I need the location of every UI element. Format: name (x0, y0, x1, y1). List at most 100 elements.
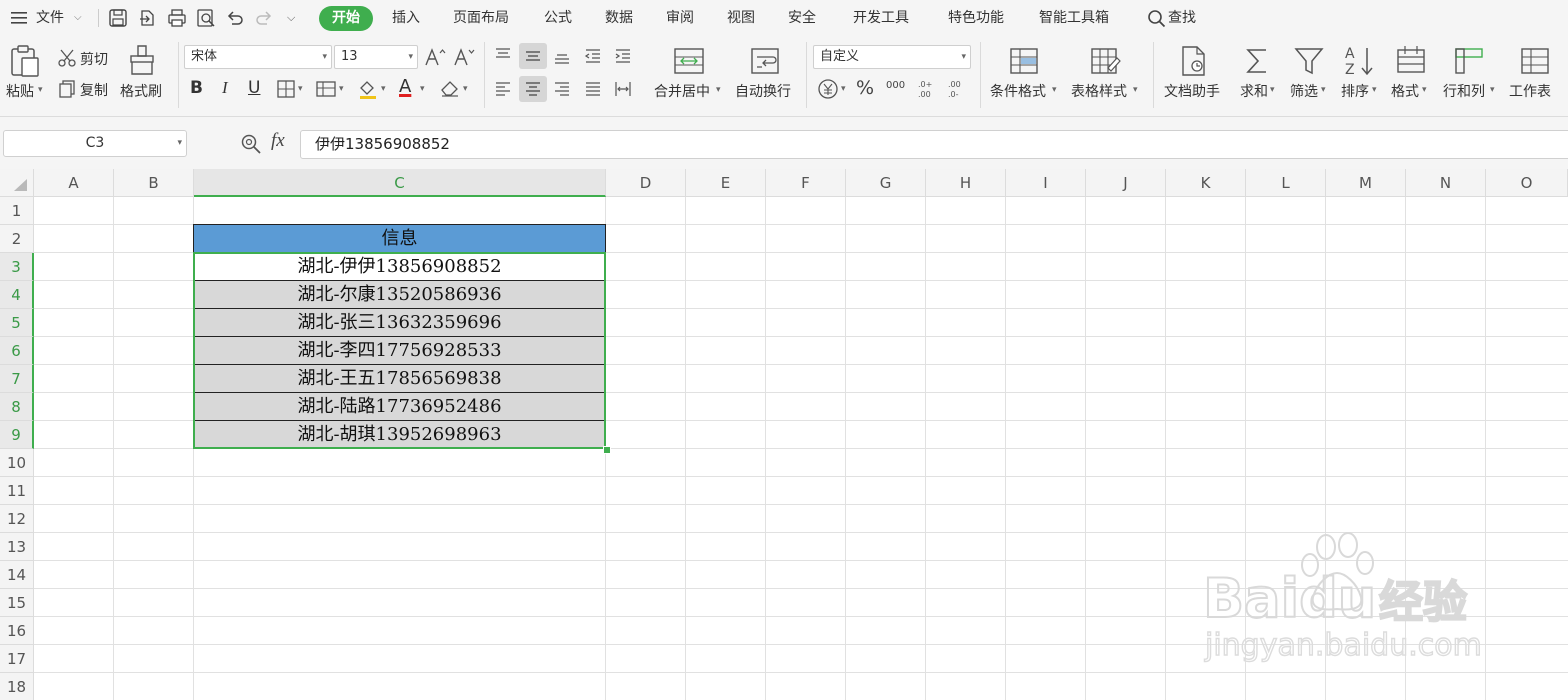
column-header-o[interactable]: O (1486, 169, 1568, 197)
format-painter-icon[interactable] (128, 44, 156, 78)
distributed-align-icon[interactable] (614, 80, 632, 98)
number-format-select[interactable]: 自定义 ▾ (813, 45, 971, 69)
sum-icon[interactable] (1242, 45, 1272, 77)
font-name-select[interactable]: 宋体 ▾ (184, 45, 332, 69)
currency-icon[interactable] (817, 78, 839, 100)
doc-assistant-button[interactable]: 文档助手 (1164, 81, 1220, 101)
row-header-2[interactable]: 2 (0, 225, 34, 253)
column-header-k[interactable]: K (1166, 169, 1246, 197)
file-menu-chevron-icon[interactable]: ⌵ (74, 0, 82, 36)
print-icon[interactable] (167, 8, 187, 28)
paste-icon[interactable] (9, 44, 41, 78)
cell-c9[interactable]: 湖北-胡琪13952698963 (193, 420, 606, 449)
cell-style-icon[interactable] (316, 80, 336, 98)
row-column-button[interactable]: 行和列 (1443, 81, 1485, 101)
column-header-m[interactable]: M (1326, 169, 1406, 197)
row-header-5[interactable]: 5 (0, 309, 34, 337)
italic-button[interactable]: I (222, 78, 228, 98)
search-label[interactable]: 查找 (1168, 0, 1196, 36)
zoom-formula-icon[interactable] (240, 133, 262, 155)
tab-review[interactable]: 审阅 (666, 0, 694, 36)
worksheet-button[interactable]: 工作表 (1509, 81, 1551, 101)
align-center-button[interactable] (519, 76, 547, 102)
cell-c6[interactable]: 湖北-李四17756928533 (193, 336, 606, 365)
tab-developer[interactable]: 开发工具 (853, 0, 909, 36)
cell-c8[interactable]: 湖北-陆路17736952486 (193, 392, 606, 421)
fill-handle[interactable] (603, 446, 611, 454)
chevron-down-icon[interactable]: ▾ (177, 131, 182, 156)
align-left-icon[interactable] (494, 80, 512, 98)
align-top-icon[interactable] (494, 47, 512, 65)
row-header-15[interactable]: 15 (0, 589, 34, 617)
hamburger-menu-icon[interactable] (10, 9, 30, 27)
search-icon[interactable] (1147, 9, 1167, 29)
column-header-d[interactable]: D (606, 169, 686, 197)
sum-dropdown-icon[interactable]: ▾ (1270, 85, 1275, 95)
column-header-c[interactable]: C (194, 169, 606, 197)
tab-smart-toolbox[interactable]: 智能工具箱 (1039, 0, 1109, 36)
bold-button[interactable]: B (190, 78, 203, 98)
row-header-10[interactable]: 10 (0, 449, 34, 477)
row-column-icon[interactable] (1453, 45, 1485, 77)
undo-icon[interactable] (225, 8, 245, 28)
row-header-17[interactable]: 17 (0, 645, 34, 673)
filter-icon[interactable] (1293, 45, 1325, 77)
file-menu[interactable]: 文件 (36, 0, 64, 36)
format-dropdown-icon[interactable]: ▾ (1422, 85, 1427, 95)
column-header-n[interactable]: N (1406, 169, 1486, 197)
tab-home[interactable]: 开始 (319, 6, 373, 31)
format-button[interactable]: 格式 (1391, 81, 1419, 101)
wrap-text-icon[interactable] (749, 45, 781, 77)
increase-font-size-icon[interactable] (424, 47, 446, 67)
sort-icon[interactable]: AZ (1343, 44, 1377, 78)
row-header-9[interactable]: 9 (0, 421, 34, 449)
tab-data[interactable]: 数据 (605, 0, 633, 36)
borders-icon[interactable] (277, 80, 295, 98)
sort-dropdown-icon[interactable]: ▾ (1372, 85, 1377, 95)
conditional-format-dropdown-icon[interactable]: ▾ (1052, 85, 1057, 95)
row-header-18[interactable]: 18 (0, 673, 34, 700)
cell-c3[interactable]: 湖北-伊伊13856908852 (193, 252, 606, 281)
save-icon[interactable] (108, 8, 128, 28)
font-size-select[interactable]: 13 ▾ (334, 45, 418, 69)
fill-color-icon[interactable] (357, 78, 379, 100)
wrap-text-button[interactable]: 自动换行 (735, 81, 791, 101)
align-bottom-icon[interactable] (553, 47, 571, 65)
filter-button[interactable]: 筛选 (1290, 81, 1318, 101)
tab-formulas[interactable]: 公式 (544, 0, 572, 36)
table-style-icon[interactable] (1089, 45, 1123, 77)
conditional-format-icon[interactable] (1008, 45, 1040, 77)
borders-dropdown-icon[interactable]: ▾ (298, 84, 303, 94)
row-header-16[interactable]: 16 (0, 617, 34, 645)
align-middle-button[interactable] (519, 43, 547, 69)
row-header-7[interactable]: 7 (0, 365, 34, 393)
font-color-button[interactable]: A (399, 76, 411, 97)
name-box[interactable]: C3 ▾ (3, 130, 187, 157)
formula-input[interactable]: 伊伊13856908852 (300, 130, 1568, 159)
underline-button[interactable]: U (248, 78, 260, 98)
column-header-i[interactable]: I (1006, 169, 1086, 197)
cell-c7[interactable]: 湖北-王五17856569838 (193, 364, 606, 393)
column-header-j[interactable]: J (1086, 169, 1166, 197)
font-color-dropdown-icon[interactable]: ▾ (420, 84, 425, 94)
select-all-corner[interactable] (0, 169, 34, 197)
column-header-l[interactable]: L (1246, 169, 1326, 197)
row-header-14[interactable]: 14 (0, 561, 34, 589)
sum-button[interactable]: 求和 (1240, 81, 1268, 101)
table-style-dropdown-icon[interactable]: ▾ (1133, 85, 1138, 95)
percent-button[interactable]: % (856, 77, 874, 99)
row-header-4[interactable]: 4 (0, 281, 34, 309)
tab-page-layout[interactable]: 页面布局 (453, 0, 509, 36)
copy-icon[interactable] (57, 79, 77, 99)
merge-center-icon[interactable] (672, 45, 706, 77)
conditional-format-button[interactable]: 条件格式 (990, 81, 1046, 101)
decrease-indent-icon[interactable] (584, 47, 602, 65)
decrease-decimal-icon[interactable]: .00.0- (946, 78, 968, 100)
column-header-e[interactable]: E (686, 169, 766, 197)
doc-assistant-icon[interactable] (1178, 44, 1210, 78)
sort-button[interactable]: 排序 (1341, 81, 1369, 101)
cell-c4[interactable]: 湖北-尔康13520586936 (193, 280, 606, 309)
cut-button[interactable]: 剪切 (80, 49, 108, 69)
merge-dropdown-icon[interactable]: ▾ (716, 85, 721, 95)
row-column-dropdown-icon[interactable]: ▾ (1490, 85, 1495, 95)
